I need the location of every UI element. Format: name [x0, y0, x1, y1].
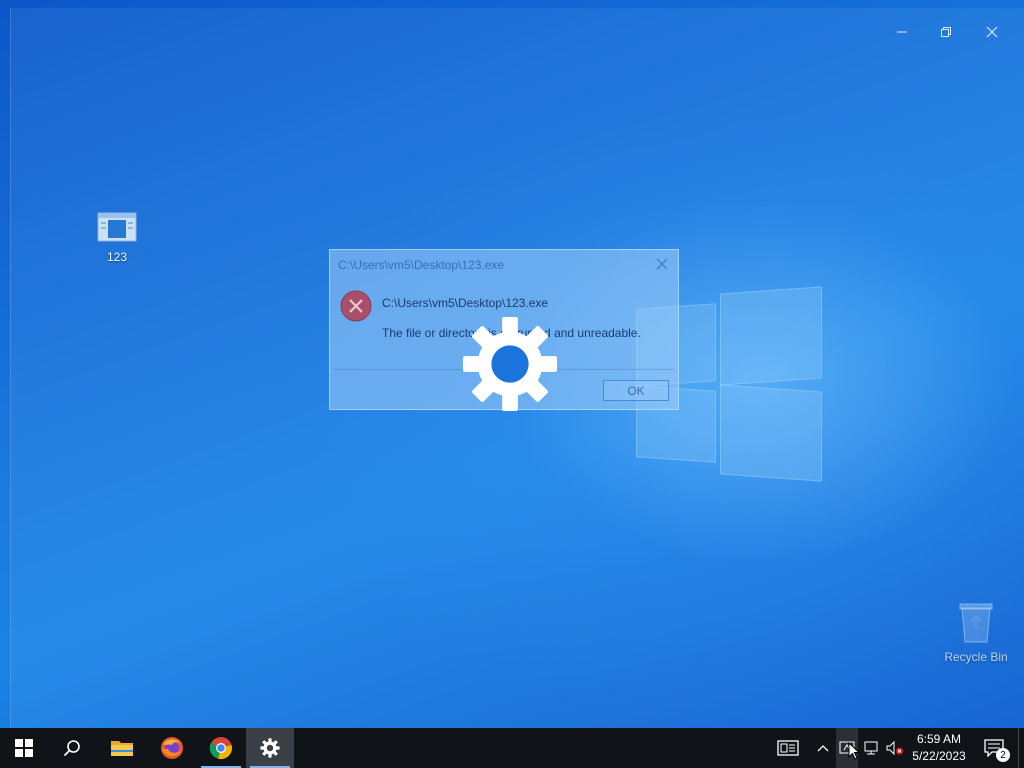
search-icon — [63, 740, 80, 757]
close-icon — [656, 258, 668, 270]
chrome-icon — [209, 737, 232, 759]
news-widget-button[interactable] — [772, 728, 804, 768]
volume-button[interactable] — [884, 728, 906, 768]
taskbar: 6:59 AM 5/22/2023 2 — [0, 728, 1024, 768]
start-button[interactable] — [0, 728, 48, 768]
minimize-button[interactable] — [887, 18, 917, 46]
show-hidden-icons-button[interactable] — [812, 728, 834, 768]
chrome-button[interactable] — [197, 728, 245, 768]
notification-count-badge: 2 — [996, 748, 1010, 762]
gear-icon — [462, 316, 558, 412]
firefox-button[interactable] — [148, 728, 196, 768]
settings-taskbar-button[interactable] — [246, 728, 294, 768]
error-icon — [340, 290, 372, 322]
clock-date: 5/22/2023 — [912, 749, 966, 763]
clock-time: 6:59 AM — [916, 732, 962, 746]
ok-button[interactable]: OK — [603, 380, 669, 401]
dialog-close-button[interactable] — [654, 256, 670, 272]
close-icon — [986, 26, 998, 38]
network-icon — [864, 741, 878, 755]
news-icon — [777, 740, 799, 756]
action-center-button[interactable]: 2 — [976, 728, 1012, 768]
dialog-title: C:\Users\vm5\Desktop\123.exe — [338, 258, 505, 272]
restore-button[interactable] — [931, 18, 961, 46]
firefox-icon — [161, 737, 183, 759]
network-button[interactable] — [860, 728, 882, 768]
dialog-file-path: C:\Users\vm5\Desktop\123.exe — [382, 296, 549, 310]
volume-muted-icon — [886, 740, 903, 756]
minimize-icon — [897, 31, 907, 33]
taskbar-clock[interactable]: 6:59 AM 5/22/2023 — [906, 728, 972, 768]
chevron-up-icon — [817, 745, 829, 752]
mouse-cursor-icon — [848, 742, 860, 760]
restore-icon — [941, 27, 951, 37]
close-window-button[interactable] — [977, 18, 1007, 46]
folder-icon — [111, 741, 133, 756]
windows-logo-icon — [15, 739, 33, 757]
desktop: 123 Recycle Bin C:\Users\vm5\Desktop\123… — [0, 0, 1024, 728]
gear-icon — [260, 738, 280, 758]
search-button[interactable] — [48, 728, 96, 768]
file-explorer-button[interactable] — [98, 728, 146, 768]
show-desktop-button[interactable] — [1018, 728, 1024, 768]
